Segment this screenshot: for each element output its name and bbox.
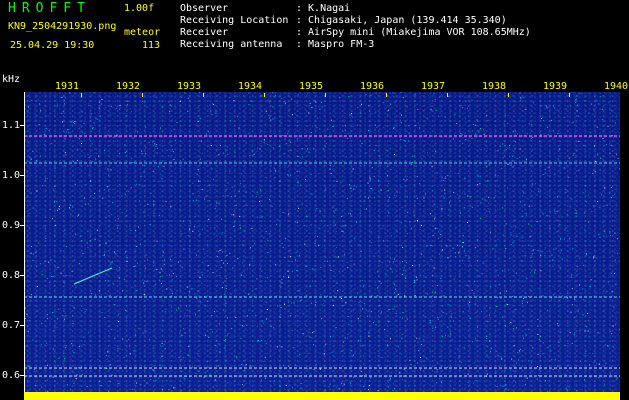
x-tick xyxy=(264,93,265,97)
app-name: HROFFT xyxy=(8,1,91,16)
x-tick xyxy=(508,93,509,97)
receiver-label: Receiver xyxy=(180,27,229,38)
x-tick-label: 1933 xyxy=(177,81,202,92)
y-tick xyxy=(20,225,24,226)
y-tick xyxy=(20,275,24,276)
x-tick-label: 1939 xyxy=(543,81,568,92)
x-tick-label: 1932 xyxy=(116,81,141,92)
observer-label: Observer xyxy=(180,3,229,14)
y-tick xyxy=(20,175,24,176)
meteor-label: meteor xyxy=(124,27,161,38)
x-tick xyxy=(386,93,387,97)
location-label: Receiving Location xyxy=(180,15,289,26)
y-axis-unit: kHz xyxy=(2,74,21,85)
hrofft-window: HROFFT 1.00f KN9_2504291930.png meteor 2… xyxy=(0,0,629,400)
antenna-label: Receiving antenna xyxy=(180,39,283,50)
x-tick-label: 1935 xyxy=(299,81,324,92)
location-value: : Chigasaki, Japan (139.414 35.340) xyxy=(296,15,507,26)
y-tick-label: 0.7 xyxy=(2,320,21,331)
filename: KN9_2504291930.png xyxy=(8,21,117,32)
observer-value: : K.Nagai xyxy=(296,3,351,14)
meteor-count: 113 xyxy=(142,40,161,51)
x-tick-label: 1934 xyxy=(238,81,263,92)
x-tick xyxy=(81,93,82,97)
app-version: 1.00f xyxy=(124,3,155,14)
y-tick-label: 0.6 xyxy=(2,370,21,381)
x-tick-label: 1938 xyxy=(482,81,507,92)
receiver-value: : AirSpy mini (Miakejima VOR 108.65MHz) xyxy=(296,27,531,38)
datetime: 25.04.29 19:30 xyxy=(10,40,95,51)
y-tick-label: 0.8 xyxy=(2,270,21,281)
x-tick xyxy=(203,93,204,97)
x-tick-label: 1940 xyxy=(604,81,629,92)
x-tick-label: 1936 xyxy=(360,81,385,92)
y-tick-label: 0.9 xyxy=(2,220,21,231)
x-tick xyxy=(325,93,326,97)
antenna-value: : Maspro FM-3 xyxy=(296,39,375,50)
x-tick xyxy=(569,93,570,97)
y-tick xyxy=(20,125,24,126)
x-tick xyxy=(142,93,143,97)
x-tick xyxy=(447,93,448,97)
x-tick-label: 1931 xyxy=(55,81,80,92)
y-tick xyxy=(20,375,24,376)
y-tick-label: 1.1 xyxy=(2,120,21,131)
y-tick xyxy=(20,325,24,326)
plot-frame xyxy=(24,92,620,392)
signal-strength-bar xyxy=(24,392,620,400)
y-tick-label: 1.0 xyxy=(2,170,21,181)
x-tick-label: 1937 xyxy=(421,81,446,92)
